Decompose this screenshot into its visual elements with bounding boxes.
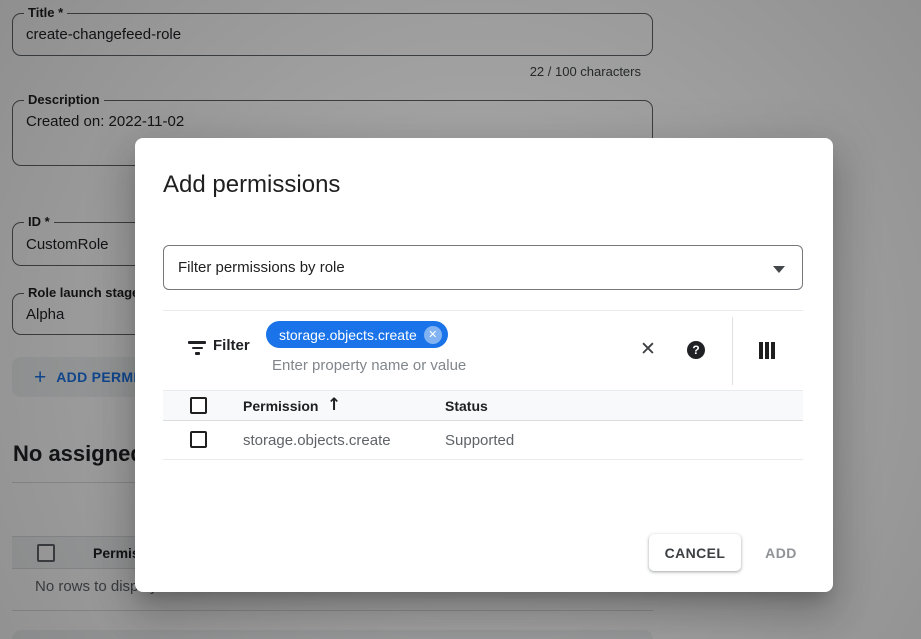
dialog-table-header: Permission ↑ Status (163, 390, 803, 421)
select-all-checkbox[interactable] (190, 397, 207, 414)
row-status-cell: Supported (445, 432, 514, 449)
chip-remove-icon[interactable]: ✕ (424, 326, 442, 344)
add-permissions-dialog: Add permissions Filter permissions by ro… (135, 138, 833, 592)
chevron-down-icon (773, 266, 785, 273)
cancel-button[interactable]: CANCEL (649, 534, 741, 571)
row-checkbox[interactable] (190, 431, 207, 448)
sort-ascending-icon[interactable]: ↑ (327, 395, 341, 415)
row-permission-cell: storage.objects.create (243, 432, 391, 449)
role-filter-dropdown-value: Filter permissions by role (178, 259, 345, 276)
filter-chip-text: storage.objects.create (279, 327, 417, 343)
clear-filter-icon[interactable]: ✕ (635, 336, 661, 362)
dialog-title: Add permissions (163, 171, 340, 199)
filter-chip[interactable]: storage.objects.create ✕ (266, 321, 448, 348)
toolbar-divider (732, 317, 733, 385)
add-button[interactable]: ADD (755, 534, 807, 571)
column-display-options-icon[interactable] (759, 342, 775, 359)
create-role-page: Title * 22 / 100 characters Description … (0, 0, 921, 639)
filter-icon (188, 341, 206, 355)
table-row[interactable]: storage.objects.create Supported (163, 422, 803, 460)
permission-column-header[interactable]: Permission (243, 398, 318, 414)
status-column-header[interactable]: Status (445, 398, 488, 414)
help-icon[interactable]: ? (687, 341, 705, 359)
dialog-filter-input[interactable] (272, 357, 552, 374)
dialog-filter-label: Filter (213, 337, 250, 354)
dialog-filter-toolbar: Filter storage.objects.create ✕ ✕ ? (163, 310, 803, 390)
role-filter-dropdown[interactable]: Filter permissions by role (163, 245, 803, 290)
